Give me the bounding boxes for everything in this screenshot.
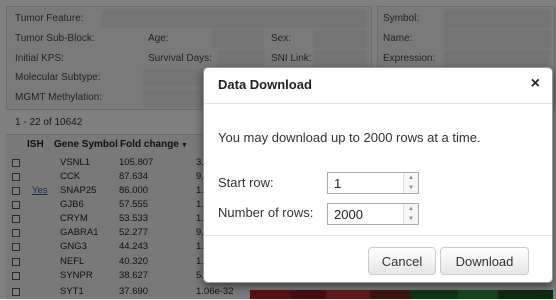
close-icon[interactable]: × xyxy=(531,76,540,92)
number-of-rows-label: Number of rows: xyxy=(218,205,314,220)
start-row-spin-buttons: ▲ ▼ xyxy=(403,173,418,193)
start-row-input[interactable] xyxy=(328,173,402,193)
download-button[interactable]: Download xyxy=(440,247,529,275)
spin-down-icon[interactable]: ▼ xyxy=(404,183,418,193)
cancel-button[interactable]: Cancel xyxy=(368,247,436,275)
dialog-message: You may download up to 2000 rows at a ti… xyxy=(218,130,481,145)
number-of-rows-spin-buttons: ▲ ▼ xyxy=(403,204,418,224)
footer-divider xyxy=(204,235,552,236)
header-divider xyxy=(204,103,552,104)
spin-down-icon[interactable]: ▼ xyxy=(404,214,418,224)
start-row-spinner[interactable]: ▲ ▼ xyxy=(327,172,419,194)
number-of-rows-spinner[interactable]: ▲ ▼ xyxy=(327,203,419,225)
start-row-label: Start row: xyxy=(218,175,274,190)
spin-up-icon[interactable]: ▲ xyxy=(404,204,418,214)
spin-up-icon[interactable]: ▲ xyxy=(404,173,418,183)
dialog-title: Data Download xyxy=(218,77,312,92)
number-of-rows-input[interactable] xyxy=(328,204,402,224)
data-download-dialog: Data Download × You may download up to 2… xyxy=(203,67,553,283)
